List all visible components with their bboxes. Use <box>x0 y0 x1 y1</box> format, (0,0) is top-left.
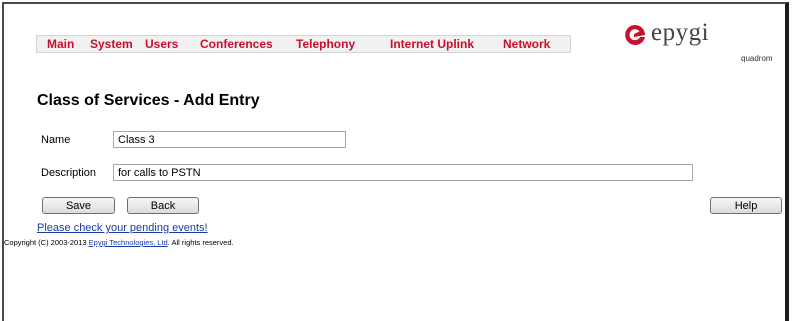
copyright-notice: Copyright (C) 2003-2013 Epygi Technologi… <box>4 238 234 247</box>
back-button[interactable]: Back <box>127 197 199 214</box>
nav-item-network[interactable]: Network <box>503 37 550 51</box>
copyright-suffix: . All rights reserved. <box>167 238 234 247</box>
save-button[interactable]: Save <box>42 197 115 214</box>
epygi-logo: epygi quadrom <box>624 19 774 63</box>
description-input[interactable] <box>113 164 693 181</box>
nav-item-system[interactable]: System <box>90 37 133 51</box>
company-link[interactable]: Epygi Technologies, Ltd <box>89 238 168 247</box>
description-label: Description <box>41 167 97 179</box>
name-input[interactable] <box>113 131 346 148</box>
brand-subtitle: quadrom <box>741 54 773 63</box>
pending-events-link[interactable]: Please check your pending events! <box>37 222 208 234</box>
brand-name: epygi <box>651 19 710 46</box>
nav-item-internet-uplink[interactable]: Internet Uplink <box>390 37 474 51</box>
top-navigation-bar: Main System Users Conferences Telephony … <box>36 35 571 53</box>
nav-item-conferences[interactable]: Conferences <box>200 37 273 51</box>
page-title: Class of Services - Add Entry <box>37 92 260 109</box>
nav-item-users[interactable]: Users <box>145 37 178 51</box>
nav-item-telephony[interactable]: Telephony <box>296 37 355 51</box>
copyright-prefix: Copyright (C) 2003-2013 <box>4 238 89 247</box>
epygi-swirl-icon <box>625 25 645 45</box>
help-button[interactable]: Help <box>710 197 782 214</box>
nav-item-main[interactable]: Main <box>47 37 74 51</box>
name-label: Name <box>41 134 71 146</box>
